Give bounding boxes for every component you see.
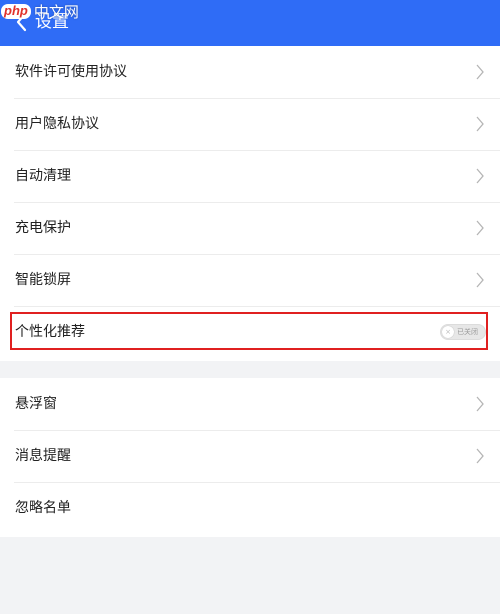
setting-label: 忽略名单 xyxy=(15,500,71,516)
setting-label: 消息提醒 xyxy=(15,448,71,464)
chevron-right-icon xyxy=(476,116,484,132)
chevron-right-icon xyxy=(476,448,484,464)
toggle-knob: × xyxy=(442,326,454,338)
chevron-right-icon xyxy=(476,64,484,80)
chevron-right-icon xyxy=(476,168,484,184)
header-bar: 设置 php 中文网 xyxy=(0,0,500,46)
setting-row-message-reminder[interactable]: 消息提醒 xyxy=(0,430,500,482)
setting-row-charge-protection[interactable]: 充电保护 xyxy=(0,202,500,254)
setting-row-auto-clean[interactable]: 自动清理 xyxy=(0,150,500,202)
settings-group-1: 软件许可使用协议 用户隐私协议 自动清理 充电保护 智能锁屏 个性化推荐 × 已… xyxy=(0,46,500,361)
setting-row-license-agreement[interactable]: 软件许可使用协议 xyxy=(0,46,500,98)
setting-label: 个性化推荐 xyxy=(15,324,85,340)
setting-row-privacy-agreement[interactable]: 用户隐私协议 xyxy=(0,98,500,150)
setting-row-floating-window[interactable]: 悬浮窗 xyxy=(0,378,500,430)
setting-label: 悬浮窗 xyxy=(15,396,57,412)
watermark: php 中文网 xyxy=(0,0,79,22)
setting-label: 用户隐私协议 xyxy=(15,116,99,132)
setting-label: 充电保护 xyxy=(15,220,71,236)
setting-label: 智能锁屏 xyxy=(15,272,71,288)
settings-group-2: 悬浮窗 消息提醒 忽略名单 xyxy=(0,378,500,537)
chevron-right-icon xyxy=(476,272,484,288)
settings-page: 设置 php 中文网 软件许可使用协议 用户隐私协议 自动清理 充电保护 智能锁… xyxy=(0,0,500,614)
watermark-logo: php xyxy=(1,3,31,19)
toggle-state-text: 已关闭 xyxy=(457,328,478,336)
personalized-recommendation-toggle[interactable]: × 已关闭 xyxy=(440,324,486,340)
setting-label: 自动清理 xyxy=(15,168,71,184)
watermark-text: 中文网 xyxy=(33,2,79,21)
chevron-right-icon xyxy=(476,396,484,412)
setting-label: 软件许可使用协议 xyxy=(15,64,127,80)
setting-row-ignore-list[interactable]: 忽略名单 xyxy=(0,482,500,534)
setting-row-personalized-recommendation: 个性化推荐 × 已关闭 xyxy=(0,306,500,358)
setting-row-smart-lock[interactable]: 智能锁屏 xyxy=(0,254,500,306)
chevron-right-icon xyxy=(476,220,484,236)
